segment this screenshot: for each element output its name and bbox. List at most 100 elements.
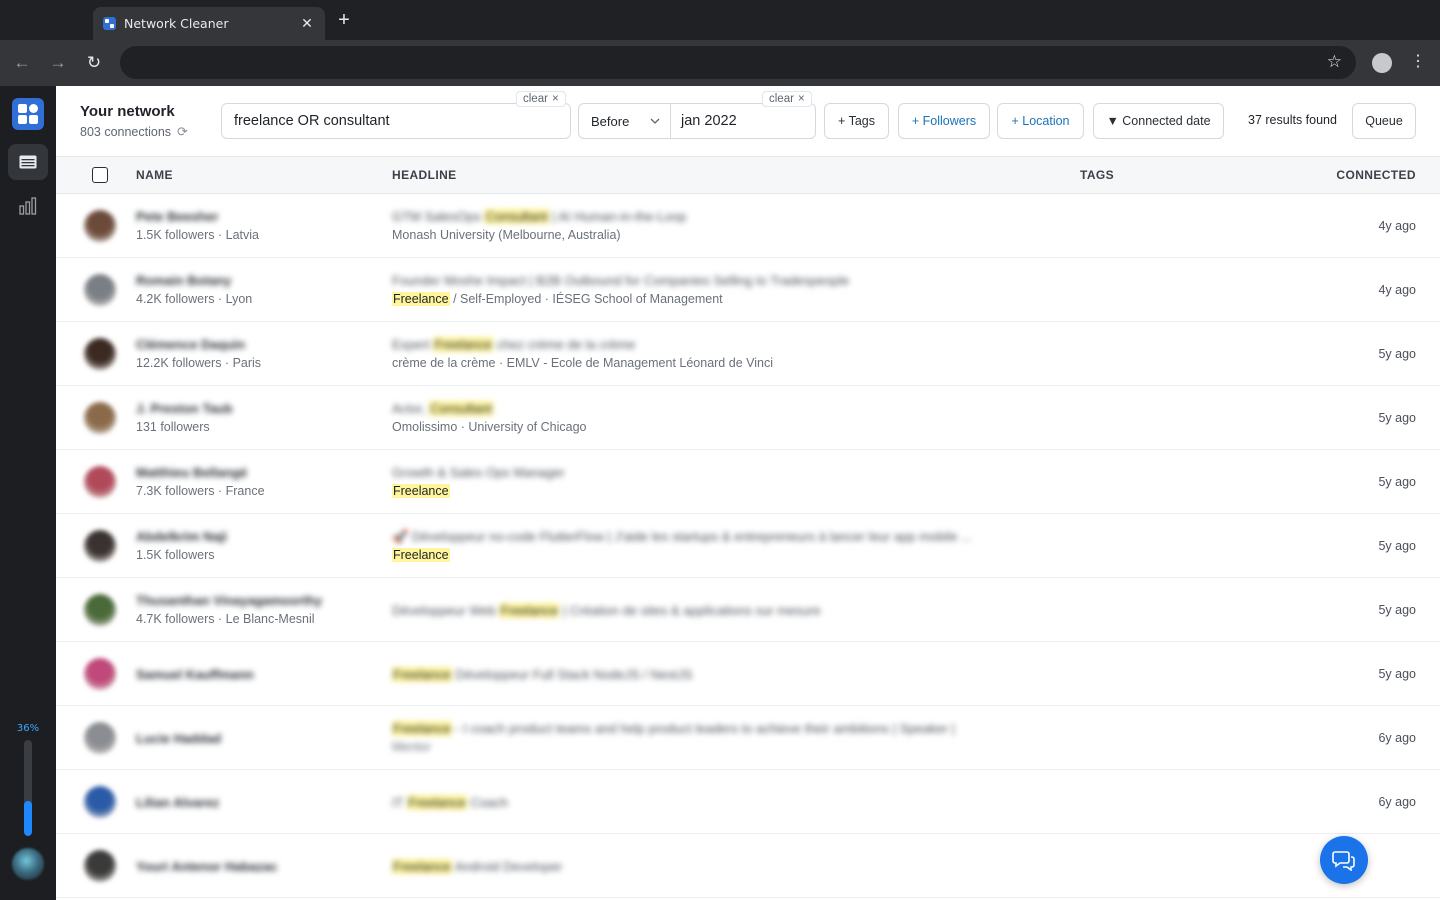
contact-meta: 12.2K followers · Paris	[136, 356, 262, 370]
date-operator-select[interactable]: Before	[579, 104, 671, 138]
date-operator-value: Before	[591, 113, 630, 129]
contact-name[interactable]: Lucie Haddad	[136, 731, 221, 746]
contact-name[interactable]: Matthieu Bellangé	[136, 465, 247, 480]
column-name[interactable]: NAME	[136, 168, 173, 182]
headline-text: Expert	[392, 337, 434, 352]
queue-button[interactable]: Queue	[1352, 103, 1416, 139]
avatar[interactable]	[84, 658, 116, 690]
contact-headline: Expert Freelance chez crème de la crème	[392, 337, 635, 352]
table-row[interactable]: Clémence Daquin 12.2K followers · Paris Ex…	[56, 322, 1440, 386]
date-value-input[interactable]: jan 2022	[671, 113, 737, 129]
clear-label: clear	[523, 93, 548, 105]
table-row[interactable]: J. Preston Taub 131 followers Actor, Consu…	[56, 386, 1440, 450]
table-header: NAME HEADLINE TAGS CONNECTED	[56, 156, 1440, 194]
browser-tab[interactable]: Network Cleaner ✕	[93, 7, 325, 40]
contact-headline: Actor, Consultant	[392, 401, 494, 416]
headline-text: - I coach product teams and help product…	[451, 721, 956, 736]
contact-name[interactable]: Thusanthan Vinayagamoorthy	[136, 593, 322, 608]
contact-name[interactable]: Abdelkrim Naji	[136, 529, 227, 544]
table-row[interactable]: Thusanthan Vinayagamoorthy 4.7K followers…	[56, 578, 1440, 642]
headline-text: Développeur Web	[392, 603, 500, 618]
contact-meta: 4.7K followers · Le Blanc-Mesnil	[136, 612, 315, 626]
select-all-checkbox[interactable]	[92, 167, 108, 183]
avatar[interactable]	[84, 466, 116, 498]
app: 36% Your network 803 connections ⟳ freel…	[0, 86, 1440, 900]
stats-button[interactable]	[8, 188, 48, 224]
search-highlight: Consultant	[428, 401, 494, 416]
table-row[interactable]: Samuel Kauffmann Freelance Développeur Fu…	[56, 642, 1440, 706]
forward-arrow-icon[interactable]: →	[46, 51, 70, 75]
user-avatar[interactable]	[12, 848, 44, 880]
browser-tabstrip: Network Cleaner ✕ +	[0, 0, 1440, 40]
headline-text: Développeur Full Stack NodeJS / NestJS	[451, 667, 693, 682]
bar-chart-icon	[19, 197, 37, 215]
contact-headline: IT Freelance Coach	[392, 795, 508, 810]
connected-time: 5y ago	[1378, 347, 1416, 361]
avatar[interactable]	[84, 786, 116, 818]
contact-subheadline: Mentor	[392, 740, 431, 754]
contact-headline: Founder Moshe Impact | B2B Outbound for …	[392, 273, 849, 288]
headline-text: Growth & Sales Ops Manager	[392, 465, 565, 480]
add-tags-button[interactable]: + Tags	[824, 103, 889, 139]
contact-name[interactable]: Romain Botany	[136, 273, 231, 288]
tab-title: Network Cleaner	[124, 16, 229, 31]
add-followers-button[interactable]: + Followers	[898, 103, 990, 139]
contact-name[interactable]: Pete Beesher	[136, 209, 218, 224]
table-row[interactable]: Romain Botany 4.2K followers · Lyon Founde…	[56, 258, 1440, 322]
browser-menu-icon[interactable]: ⋮	[1410, 51, 1426, 71]
search-clear-button[interactable]: clear ×	[516, 91, 566, 107]
contact-headline: GTM SalesOps Consultant | AI Human-in-th…	[392, 209, 686, 224]
table-row[interactable]: Youri Antenor Habazac Freelance Android D…	[56, 834, 1440, 898]
contact-name[interactable]: Clémence Daquin	[136, 337, 245, 352]
add-location-button[interactable]: + Location	[997, 103, 1084, 139]
avatar[interactable]	[84, 850, 116, 882]
profile-avatar[interactable]	[1372, 53, 1392, 73]
avatar[interactable]	[84, 402, 116, 434]
close-icon: ×	[797, 93, 805, 105]
chevron-down-icon	[650, 118, 660, 124]
avatar[interactable]	[84, 338, 116, 370]
close-icon[interactable]: ✕	[299, 15, 315, 32]
reload-icon[interactable]: ↻	[82, 51, 106, 75]
search-highlight: Freelance	[392, 667, 452, 682]
table-row[interactable]: Abdelkrim Naji 1.5K followers 🚀 Développeu…	[56, 514, 1440, 578]
table-row[interactable]: Lilian Alvarez IT Freelance Coach 6y ago	[56, 770, 1440, 834]
contact-name[interactable]: J. Preston Taub	[136, 401, 233, 416]
headline-text: | Création de sites & applications sur m…	[559, 603, 821, 618]
bookmark-star-icon[interactable]: ☆	[1327, 52, 1342, 72]
column-tags[interactable]: TAGS	[1080, 168, 1114, 182]
back-arrow-icon[interactable]: ←	[10, 51, 34, 75]
avatar[interactable]	[84, 274, 116, 306]
subheadline-text: crème de la crème · EMLV - Ecole de Mana…	[392, 356, 773, 370]
headline-text: Android Developer	[451, 859, 563, 874]
contact-name[interactable]: Youri Antenor Habazac	[136, 859, 278, 874]
page-title: Your network	[80, 103, 175, 120]
contact-name[interactable]: Lilian Alvarez	[136, 795, 219, 810]
new-tab-button[interactable]: +	[334, 9, 354, 32]
avatar[interactable]	[84, 594, 116, 626]
avatar[interactable]	[84, 722, 116, 754]
logo-icon[interactable]	[12, 98, 44, 130]
address-bar[interactable]: ☆	[120, 46, 1356, 79]
contact-headline: 🚀 Développeur no-code FlutterFlow | J'ai…	[392, 529, 972, 545]
search-input[interactable]: freelance OR consultant	[221, 103, 571, 139]
table-view-button[interactable]	[8, 144, 48, 180]
contact-subheadline: Freelance	[392, 548, 450, 562]
contact-name[interactable]: Samuel Kauffmann	[136, 667, 254, 682]
chat-button[interactable]	[1320, 836, 1368, 884]
avatar[interactable]	[84, 530, 116, 562]
headline-text: Coach	[466, 795, 508, 810]
avatar[interactable]	[84, 210, 116, 242]
refresh-icon[interactable]: ⟳	[177, 124, 188, 140]
table-row[interactable]: Matthieu Bellangé 7.3K followers · France…	[56, 450, 1440, 514]
date-clear-button[interactable]: clear ×	[762, 91, 812, 107]
subheadline-text: Omolissimo · University of Chicago	[392, 420, 587, 434]
connected-time: 6y ago	[1378, 795, 1416, 809]
date-filter: Before jan 2022	[578, 103, 816, 139]
table-row[interactable]: Lucie Haddad Freelance - I coach product …	[56, 706, 1440, 770]
connections-count: 803 connections ⟳	[80, 124, 188, 140]
table-row[interactable]: Pete Beesher 1.5K followers · Latvia GTM S…	[56, 194, 1440, 258]
column-connected[interactable]: CONNECTED	[1336, 168, 1416, 182]
connected-date-button[interactable]: ▼ Connected date	[1093, 103, 1224, 139]
column-headline[interactable]: HEADLINE	[392, 168, 457, 182]
